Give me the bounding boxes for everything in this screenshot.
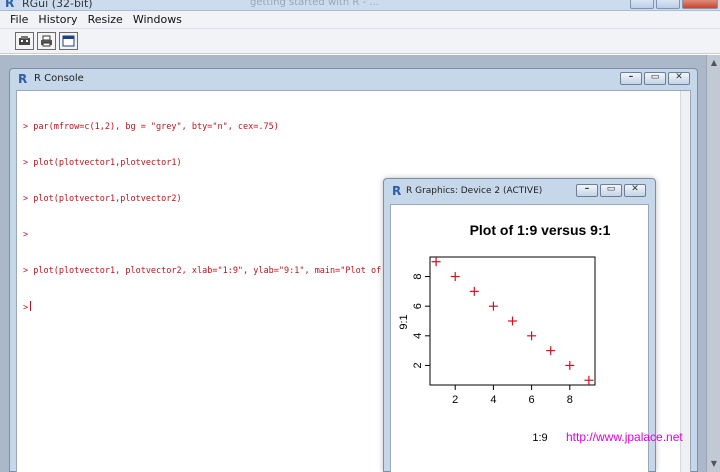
- y-tick-label: 6: [412, 303, 424, 309]
- data-point: [469, 286, 479, 296]
- graphics-minimize-button[interactable]: –: [576, 184, 598, 197]
- console-window-icon: [62, 35, 75, 47]
- open-script-button[interactable]: [15, 32, 34, 50]
- y-tick-label: 8: [412, 273, 424, 279]
- console-maximize-button[interactable]: ▭: [644, 72, 666, 85]
- maximize-icon: ▭: [606, 184, 616, 194]
- menu-resize[interactable]: Resize: [84, 13, 129, 26]
- r-graphics-title: R Graphics: Device 2 (ACTIVE): [406, 186, 543, 196]
- r-console-title: R Console: [34, 73, 84, 84]
- console-window-button[interactable]: [59, 32, 78, 50]
- data-point: [546, 346, 556, 356]
- data-point: [508, 316, 517, 326]
- y-tick-label: 2: [412, 362, 424, 368]
- r-logo-icon: R: [18, 72, 28, 86]
- watermark-url: http://www.jpalace.net: [566, 430, 683, 444]
- data-point: [527, 331, 537, 341]
- open-script-icon: [19, 36, 30, 45]
- close-icon: ✕: [631, 184, 639, 194]
- x-tick-label: 4: [490, 394, 496, 406]
- r-graphics-titlebar[interactable]: R R Graphics: Device 2 (ACTIVE) – ▭ ✕: [384, 179, 655, 203]
- console-prompt: >: [23, 303, 29, 313]
- console-line: > par(mfrow=c(1,2), bg = "grey", bty="n"…: [23, 122, 279, 132]
- mdi-vertical-scrollbar[interactable]: ▲ ▼: [706, 55, 720, 472]
- r-graphics-window: R R Graphics: Device 2 (ACTIVE) – ▭ ✕ Pl…: [383, 178, 656, 472]
- app-maximize-button[interactable]: [656, 0, 680, 9]
- data-point: [488, 301, 498, 311]
- app-minimize-button[interactable]: [630, 0, 654, 9]
- minimize-icon: –: [628, 72, 634, 82]
- console-minimize-button[interactable]: –: [620, 72, 642, 85]
- toolbar: [0, 29, 720, 54]
- r-console-titlebar[interactable]: R R Console – ▭ ✕: [10, 69, 697, 89]
- menu-windows[interactable]: Windows: [129, 13, 188, 26]
- console-scrollbar[interactable]: [680, 91, 690, 472]
- app-title: RGui (32-bit): [22, 0, 93, 10]
- data-point: [565, 360, 575, 370]
- graphics-window-controls: – ▭ ✕: [576, 184, 646, 197]
- chart-title: Plot of 1:9 versus 9:1: [470, 222, 611, 238]
- graphics-close-button[interactable]: ✕: [624, 184, 646, 197]
- r-logo-icon: R: [392, 184, 402, 198]
- text-cursor: [30, 301, 32, 311]
- app-titlebar: R RGui (32-bit) getting started with R -…: [0, 0, 720, 11]
- x-axis-label: 1:9: [532, 432, 547, 444]
- data-point: [450, 272, 460, 282]
- y-axis: 2 4 6 8: [412, 273, 430, 369]
- print-button[interactable]: [37, 32, 56, 50]
- x-tick-label: 6: [529, 394, 535, 406]
- x-axis: 2 4 6 8: [452, 385, 573, 406]
- console-line: > plot(plotvector1,plotvector1): [23, 158, 182, 168]
- data-point: [584, 375, 594, 385]
- print-icon: [41, 35, 52, 47]
- scroll-down-arrow-icon[interactable]: ▼: [709, 459, 719, 469]
- scroll-up-arrow-icon[interactable]: ▲: [709, 58, 719, 68]
- maximize-icon: ▭: [650, 72, 660, 82]
- menu-file[interactable]: File: [6, 13, 34, 26]
- x-tick-label: 8: [567, 394, 573, 406]
- menu-history[interactable]: History: [34, 13, 83, 26]
- r-logo-icon: R: [5, 0, 15, 10]
- data-points: [431, 257, 594, 385]
- app-window-controls: [630, 0, 718, 9]
- menu-bar: File History Resize Windows: [0, 11, 720, 29]
- console-close-button[interactable]: ✕: [668, 72, 690, 85]
- graphics-maximize-button[interactable]: ▭: [600, 184, 622, 197]
- y-axis-label: 9:1: [398, 314, 410, 329]
- background-window-title: getting started with R - ...: [250, 0, 379, 8]
- minimize-icon: –: [584, 184, 590, 194]
- close-icon: ✕: [675, 72, 683, 82]
- console-window-controls: – ▭ ✕: [620, 72, 690, 85]
- app-close-button[interactable]: [682, 0, 718, 9]
- data-point: [431, 257, 441, 267]
- y-tick-label: 4: [412, 333, 424, 339]
- x-tick-label: 2: [452, 394, 458, 406]
